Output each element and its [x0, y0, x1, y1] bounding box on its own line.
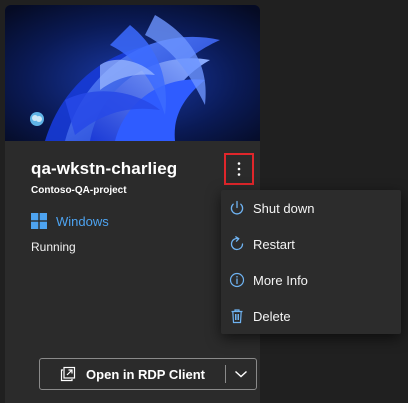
rdp-button-label: Open in RDP Client — [86, 366, 205, 382]
dev-box-name: qa-wkstn-charlieg — [31, 159, 178, 178]
menu-item-label: More Info — [253, 272, 308, 288]
restart-icon — [228, 235, 246, 253]
more-vertical-icon — [237, 162, 241, 176]
menu-item-label: Shut down — [253, 200, 315, 216]
windows-wallpaper-thumbnail — [5, 5, 260, 141]
rdp-dropdown-button[interactable] — [226, 359, 256, 389]
status-text: Running — [31, 240, 76, 254]
trash-icon — [228, 307, 246, 325]
more-options-button[interactable] — [224, 153, 254, 185]
rdp-split-button: Open in RDP Client — [39, 358, 257, 390]
os-label: Windows — [56, 213, 109, 229]
open-rdp-button[interactable]: Open in RDP Client — [40, 359, 225, 389]
menu-item-delete[interactable]: Delete — [221, 298, 401, 334]
open-external-icon — [60, 366, 76, 382]
info-icon — [228, 271, 246, 289]
project-name: Contoso-QA-project — [31, 185, 127, 196]
menu-item-shut-down[interactable]: Shut down — [221, 190, 401, 226]
menu-item-more-info[interactable]: More Info — [221, 262, 401, 298]
cloud-status-icon — [30, 112, 44, 126]
menu-item-label: Delete — [253, 308, 291, 324]
more-options-menu: Shut down Restart More Info Delete — [221, 190, 401, 334]
power-icon — [228, 199, 246, 217]
menu-item-restart[interactable]: Restart — [221, 226, 401, 262]
os-row: Windows — [31, 213, 109, 229]
windows-logo-icon — [31, 213, 47, 229]
chevron-down-icon — [235, 370, 247, 378]
menu-item-label: Restart — [253, 236, 295, 252]
